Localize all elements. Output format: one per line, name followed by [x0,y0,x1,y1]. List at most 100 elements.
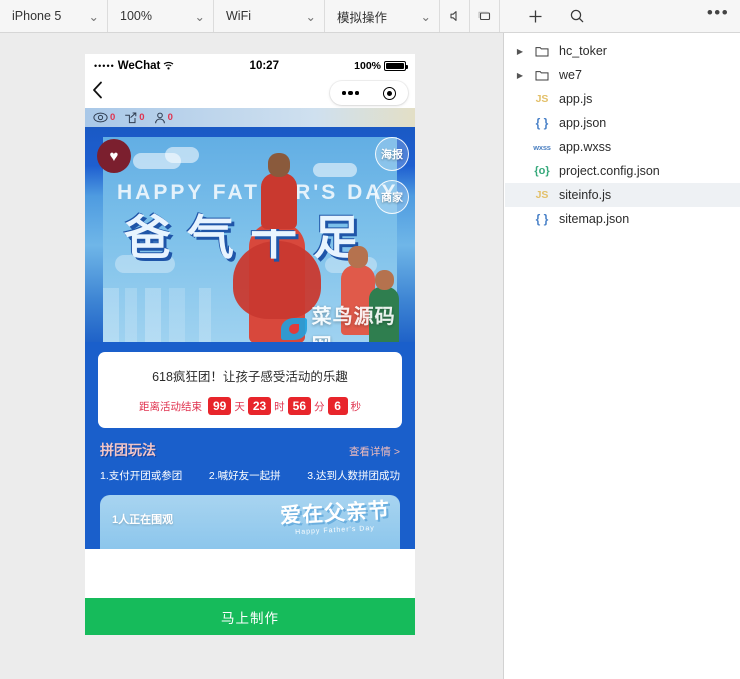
mute-icon [449,11,457,21]
tree-item-hc_toker[interactable]: ▶ hc_toker [505,39,740,63]
watching-card-art: 爱在父亲节 Happy Father's Day [280,497,391,536]
tree-item-label: app.json [559,116,607,130]
eye-icon [93,112,108,123]
watching-card[interactable]: 1人正在围观 爱在父亲节 Happy Father's Day [100,495,400,549]
promo-card: 618疯狂团！让孩子感受活动的乐趣 距离活动结束 99 天 23 时 56 分 … [98,352,402,428]
tree-item-label: app.wxss [559,140,612,154]
wechat-capsule[interactable] [330,81,408,105]
countdown-days: 99 [207,397,232,415]
boy-figure [369,270,399,342]
countdown-label: 距离活动结束 [138,400,202,413]
countdown-minutes: 56 [287,397,312,415]
back-button[interactable] [92,81,114,104]
countdown-minutes-unit: 分 [314,400,325,413]
status-right: 100% [354,59,408,72]
phone-frame: ••••• WeChat 10:27 100% 0 0 0 HAPPY FATH… [85,54,415,635]
cloud-shape [165,147,199,163]
search-button[interactable] [556,0,598,32]
folder-icon [531,45,553,57]
tree-item-siteinfo-js[interactable]: JS siteinfo.js [505,183,740,207]
tree-item-label: sitemap.json [559,212,630,226]
tree-item-project-config-json[interactable]: {o} project.config.json [505,159,740,183]
heart-badge-icon: ♥ [97,139,131,173]
zoom-select-value: 100% [120,9,152,23]
network-select[interactable]: WiFi ⌄ [214,0,325,32]
share-icon [125,112,137,123]
stat-views: 0 [93,112,115,123]
carrier-label: WeChat [117,59,161,72]
device-select-value: iPhone 5 [12,9,62,23]
promo-title: 618疯狂团！让孩子感受活动的乐趣 [152,370,348,384]
js-file-icon: JS [535,93,549,105]
network-select-value: WiFi [226,9,251,23]
countdown-hours: 23 [247,397,272,415]
chevron-left-icon [93,81,102,99]
window-toggle-button[interactable] [470,0,500,32]
tree-item-label: we7 [559,68,582,82]
watching-count-label: 1人正在围观 [112,514,174,526]
tree-item-sitemap-json[interactable]: { } sitemap.json [505,207,740,231]
chevron-down-icon: ⌄ [305,9,316,24]
config-file-icon: {o} [534,165,550,177]
stat-visitors: 0 [154,112,173,124]
stat-views-value: 0 [110,112,116,123]
hero-banner: HAPPY FATHER'S DAY 爸气十足 ♥ 海报 商家 菜鸟源码网 [85,127,415,342]
play-steps: 1.支付开团或参团 2.喊好友一起拼 3.达到人数拼团成功 [98,462,402,495]
countdown-seconds-unit: 秒 [350,400,362,413]
tree-item-app-json[interactable]: { } app.json [505,111,740,135]
mode-select-value: 模拟操作 [337,10,388,25]
chevron-right-icon[interactable]: ▶ [515,71,525,80]
stat-shares: 0 [124,112,145,124]
tree-item-app-js[interactable]: JS app.js [505,87,740,111]
page-stats-bar: 0 0 0 [85,108,415,127]
status-left: ••••• WeChat [94,60,174,72]
window-icon [478,11,491,21]
chevron-down-icon: ⌄ [420,9,431,24]
target-icon[interactable] [382,86,396,100]
play-step-3: 3.达到人数拼团成功 [307,470,400,482]
play-step-1: 1.支付开团或参团 [100,470,183,482]
add-button[interactable] [514,0,556,32]
child-on-shoulders-figure [261,153,297,229]
js-file-icon: JS [535,189,549,201]
phone-nav-bar [85,77,415,108]
view-details-link[interactable]: 查看详情 > [349,444,400,459]
zoom-select[interactable]: 100% ⌄ [108,0,214,32]
mode-select[interactable]: 模拟操作 ⌄ [325,0,440,32]
make-now-button[interactable]: 马上制作 [85,598,415,635]
countdown-hours-unit: 时 [274,400,285,413]
mini-program-page: 0 0 0 HAPPY FATHER'S DAY 爸气十足 ♥ 海报 商家 菜鸟… [85,108,415,635]
merchant-button[interactable]: 商家 [375,180,409,214]
poster-button[interactable]: 海报 [375,137,409,171]
chevron-down-icon: ⌄ [194,9,205,24]
toolbar-divider [500,0,514,32]
tree-item-app-wxss[interactable]: wxss app.wxss [505,135,740,159]
battery-percent-label: 100% [354,59,381,72]
stat-shares-value: 0 [139,112,145,123]
tree-item-we7[interactable]: ▶ we7 [505,63,740,87]
chevron-right-icon[interactable]: ▶ [515,47,525,56]
countdown-seconds: 6 [327,397,348,415]
status-time: 10:27 [249,59,279,72]
mute-button[interactable] [440,0,470,32]
device-select[interactable]: iPhone 5 ⌄ [0,0,108,32]
more-options-button[interactable]: ••• [696,0,740,32]
app-root: iPhone 5 ⌄ 100% ⌄ WiFi ⌄ 模拟操作 ⌄ ••• ••••… [0,0,740,679]
play-step-2: 2.喊好友一起拼 [208,470,281,482]
wxss-file-icon: wxss [533,142,551,152]
phone-status-bar: ••••• WeChat 10:27 100% [85,54,415,77]
tree-item-label: hc_toker [559,44,607,58]
hero-side-buttons: 海报 商家 [375,137,409,214]
plus-icon [529,10,541,22]
search-icon [570,9,584,23]
chevron-down-icon: ⌄ [88,9,99,24]
play-section-header: 拼团玩法 查看详情 > [98,428,402,462]
json-file-icon: { } [535,212,549,226]
signal-dots-icon: ••••• [94,60,115,71]
cloud-shape [313,163,357,177]
file-explorer: ▶ hc_toker ▶ we7 JS app.js { } app.json … [505,33,740,679]
menu-dots-icon[interactable] [342,90,359,96]
tree-item-label: siteinfo.js [559,188,612,202]
json-file-icon: { } [535,116,549,130]
